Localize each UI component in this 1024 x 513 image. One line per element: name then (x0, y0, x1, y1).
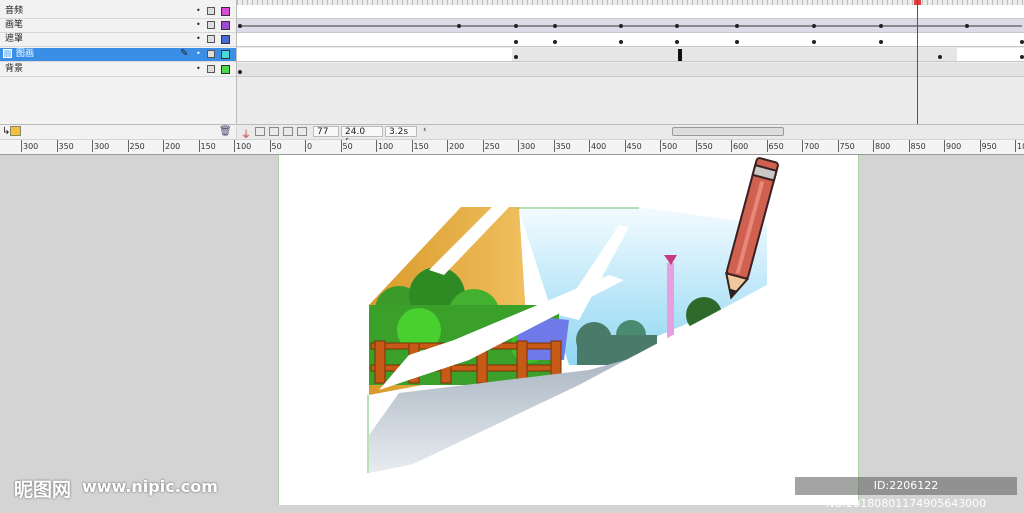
lock-icon[interactable] (207, 35, 215, 43)
trash-icon[interactable]: 🗑 (219, 126, 232, 137)
ruler-tick-label: 750 (837, 140, 855, 152)
edit-multiple-frames-icon[interactable] (283, 127, 293, 136)
frame-row-brush[interactable] (237, 19, 1024, 33)
layer-picture[interactable]: 图画 ✎ • (0, 48, 236, 62)
ruler-tick-label: 450 (624, 140, 642, 152)
visibility-dot-icon[interactable]: • (196, 20, 201, 29)
frame-row-audio[interactable] (237, 5, 1024, 19)
playhead[interactable] (917, 0, 918, 124)
ruler-tick-label: 500 (659, 140, 678, 152)
watermark-url: www.nipic.com (82, 477, 218, 496)
ruler-tick-label: 200 (446, 140, 465, 152)
layer-type-icon (3, 49, 12, 58)
layer-name: 音频 (5, 6, 24, 16)
ruler-tick-label: 100 (375, 140, 394, 152)
current-frame: 77 (313, 126, 339, 137)
ruler-tick-label: 900 (943, 140, 962, 152)
ruler-tick-label: 700 (801, 140, 820, 152)
stage-ruler: 300 350 300 250 200 150 100 50 0 50 100 150 200 250 30… (0, 140, 1024, 155)
layer-brush[interactable]: 画笔 • (0, 19, 236, 33)
ruler-tick-label: 300 (91, 140, 110, 152)
layer-name: 图画 (16, 49, 35, 59)
visibility-dot-icon[interactable]: • (196, 6, 201, 15)
layer-mask[interactable]: 遮罩 • (0, 33, 236, 47)
frame-rate[interactable]: 24.0 fps (341, 126, 383, 148)
layer-name: 背景 (5, 64, 24, 74)
add-folder-icon[interactable] (10, 126, 21, 136)
frame-row-background[interactable] (237, 63, 1024, 77)
ruler-tick-label: 0 (304, 140, 313, 152)
layer-color-swatch[interactable] (221, 65, 230, 74)
layer-toolbar: ↳ 🗑 (0, 124, 236, 139)
frame-row-mask[interactable] (237, 33, 1024, 47)
layer-color-swatch[interactable] (221, 7, 230, 16)
ruler-tick-label: 250 (127, 140, 145, 152)
onion-skin-icon[interactable] (255, 127, 265, 136)
lock-icon[interactable] (207, 21, 215, 29)
timeline-scrollbar[interactable] (672, 127, 784, 136)
ruler-tick-label: 200 (162, 140, 181, 152)
ruler-tick-label: 1000 (1014, 140, 1024, 152)
modify-markers-icon[interactable] (297, 127, 307, 136)
lock-icon[interactable] (207, 7, 215, 15)
ruler-tick-label: 350 (553, 140, 571, 152)
elapsed-time: 3.2s (385, 126, 417, 137)
ruler-tick-label: 150 (411, 140, 429, 152)
stage-canvas[interactable] (278, 155, 859, 505)
layer-color-swatch[interactable] (221, 35, 230, 44)
lock-icon[interactable] (207, 50, 215, 58)
watermark-site-name: 昵图网 (14, 479, 72, 501)
timeline-frames[interactable] (237, 0, 1024, 124)
layer-color-swatch[interactable] (221, 50, 230, 59)
layer-name: 遮罩 (5, 34, 24, 44)
ruler-tick-label: 150 (198, 140, 216, 152)
lock-icon[interactable] (207, 65, 215, 73)
center-frame-icon[interactable]: ⏚ (241, 126, 251, 141)
visibility-dot-icon[interactable]: • (196, 64, 201, 73)
pencil-edit-icon: ✎ (180, 48, 189, 59)
scene-illustration (367, 157, 779, 505)
frame-row-picture[interactable] (237, 48, 1024, 62)
ruler-tick-label: 400 (588, 140, 607, 152)
layer-name: 画笔 (5, 20, 24, 30)
layer-audio[interactable]: 音频 • (0, 5, 236, 19)
layer-panel: 音频 • 画笔 • 遮罩 • 图画 ✎ • 背景 • (0, 0, 237, 124)
ruler-tick-label: 50 (269, 140, 282, 152)
ruler-tick-label: 100 (233, 140, 252, 152)
ruler-tick-label: 50 (340, 140, 353, 152)
ruler-tick-label: 300 (517, 140, 536, 152)
ruler-tick-label: 300 (20, 140, 39, 152)
ruler-tick-label: 800 (872, 140, 891, 152)
ruler-tick-label: 550 (695, 140, 713, 152)
timeline-status-bar: ⏚ 77 24.0 fps 3.2s ‹ (237, 124, 1024, 148)
layer-color-swatch[interactable] (221, 21, 230, 30)
ruler-tick-label: 850 (908, 140, 926, 152)
ruler-tick-label: 250 (482, 140, 500, 152)
scroll-left-icon[interactable]: ‹ (423, 125, 427, 135)
ruler-tick-label: 350 (56, 140, 74, 152)
ruler-tick-label: 600 (730, 140, 749, 152)
onion-outline-icon[interactable] (269, 127, 279, 136)
watermark-id: ID:2206122 NO:20180801174905643000 (795, 477, 1017, 510)
layer-background[interactable]: 背景 • (0, 63, 236, 77)
visibility-dot-icon[interactable]: • (196, 34, 201, 43)
visibility-dot-icon[interactable]: • (196, 49, 201, 58)
ruler-tick-label: 650 (766, 140, 784, 152)
ruler-tick-label: 950 (979, 140, 997, 152)
